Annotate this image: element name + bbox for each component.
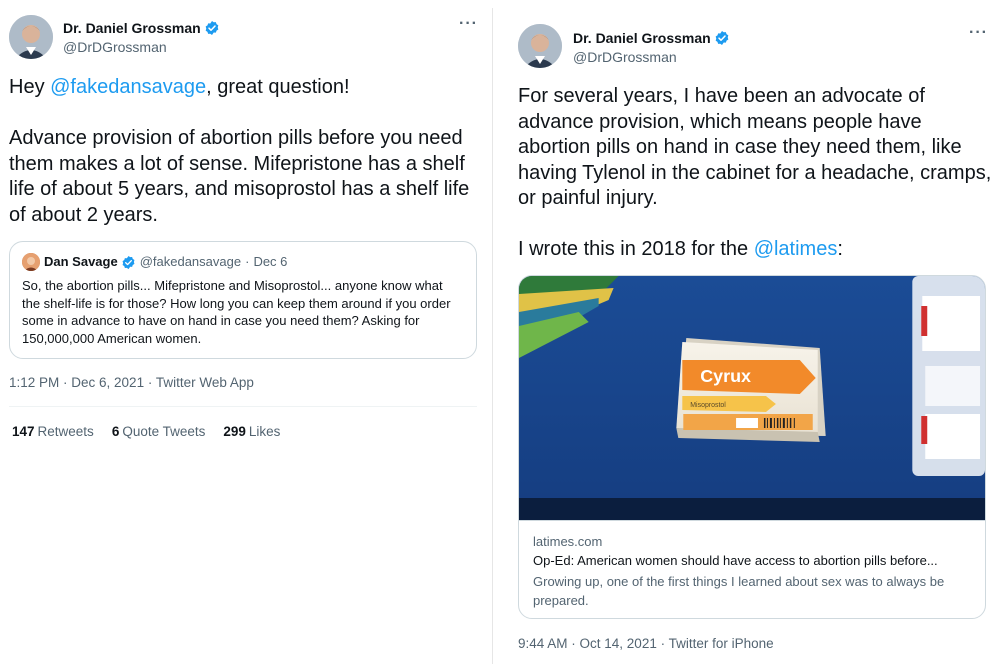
likes-label: Likes [248,424,281,439]
link-preview-image: Cyrux Misoprostol [519,276,985,520]
tweet-text-paragraph-2-suffix: : [837,238,843,260]
verified-badge-icon [205,21,219,35]
quoted-date: Dec 6 [253,254,288,269]
author-name-text: Dr. Daniel Grossman [63,20,201,36]
tweet-timestamp[interactable]: 9:44 AM · Oct 14, 2021 · Twitter for iPh… [518,636,774,651]
mention-link[interactable]: @latimes [754,238,838,260]
tweet-text: Hey @fakedansavage, great question! Adva… [9,75,484,228]
link-preview-card[interactable]: Cyrux Misoprostol latimes.com Op-Ed: Ame… [518,275,986,619]
author-block[interactable]: Dr. Daniel Grossman @DrDGrossman [63,19,220,56]
quoted-author-name: Dan Savage [44,254,118,269]
tweet-text-paragraph-2: I wrote this in 2018 for the [518,238,754,260]
likes-count: 299 [223,424,246,439]
quote-tweets-count: 6 [111,424,120,439]
likes-stat[interactable]: 299 Likes [223,424,280,439]
tweet-text-greeting-rest: , great question! [206,76,350,98]
retweets-stat[interactable]: 147 Retweets [12,424,94,439]
mention-link[interactable]: @fakedansavage [50,76,206,98]
retweets-label: Retweets [37,424,94,439]
author-avatar[interactable] [9,15,53,59]
engagement-stats: 147 Retweets 6 Quote Tweets 299 Likes [12,424,280,439]
verified-badge-icon [715,31,729,45]
tweet-timestamp[interactable]: 1:12 PM · Dec 6, 2021 · Twitter Web App [9,375,254,390]
quoted-author-avatar [22,253,40,271]
tweet-right: Dr. Daniel Grossman @DrDGrossman ··· For… [505,0,1003,664]
more-horizontal-icon[interactable]: ··· [459,15,478,33]
tweet-left: Dr. Daniel Grossman @DrDGrossman ··· Hey… [0,0,491,664]
author-name-text: Dr. Daniel Grossman [573,30,711,46]
quoted-separator: · [245,254,250,269]
author-avatar[interactable] [518,24,562,68]
tweet-text-greeting: Hey [9,76,51,98]
box-brand-text: Cyrux [700,366,751,386]
more-horizontal-icon[interactable]: ··· [969,24,988,42]
author-display-name[interactable]: Dr. Daniel Grossman [63,19,220,37]
box-subtext: Misoprostol [690,402,726,409]
tweet-text: For several years, I have been an advoca… [518,84,998,263]
link-card-domain: latimes.com [533,534,603,549]
divider [9,406,477,407]
author-display-name[interactable]: Dr. Daniel Grossman [573,29,730,47]
quoted-tweet-text: So, the abortion pills... Mifepristone a… [22,278,451,346]
retweets-count: 147 [12,424,35,439]
author-handle[interactable]: @DrDGrossman [573,48,730,66]
author-handle[interactable]: @DrDGrossman [63,38,220,56]
author-block[interactable]: Dr. Daniel Grossman @DrDGrossman [573,29,730,66]
quote-tweets-label: Quote Tweets [122,424,206,439]
link-card-description: Growing up, one of the first things I le… [533,574,945,608]
link-card-title: Op-Ed: American women should have access… [533,553,938,568]
tweet-text-paragraph-1: For several years, I have been an advoca… [518,85,992,209]
tweet-text-paragraph: Advance provision of abortion pills befo… [9,127,470,226]
panel-divider [492,8,493,664]
quote-tweets-stat[interactable]: 6 Quote Tweets [112,424,206,439]
quoted-tweet[interactable]: Dan Savage @fakedansavage · Dec 6 So, th… [9,241,477,359]
verified-badge-icon [122,255,135,269]
quoted-author-handle: @fakedansavage [139,254,242,269]
